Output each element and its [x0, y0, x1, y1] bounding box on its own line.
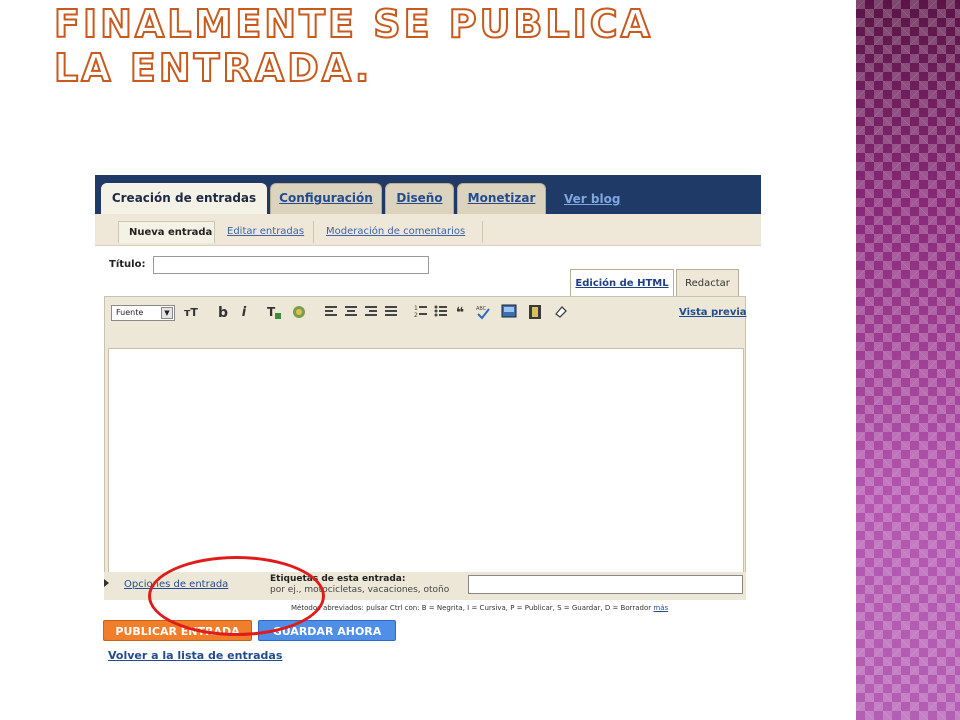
align-right-icon[interactable]	[363, 304, 379, 322]
shortcuts-hint: Métodos abreviados: pulsar Ctrl con: B =…	[291, 604, 668, 612]
font-select-value: Fuente	[116, 308, 144, 317]
back-to-posts-link[interactable]: Volver a la lista de entradas	[108, 649, 282, 662]
svg-text:2: 2	[414, 312, 418, 318]
italic-button[interactable]: i	[238, 304, 250, 322]
chevron-down-icon: ▼	[161, 307, 173, 319]
align-left-icon[interactable]	[323, 304, 339, 322]
font-select[interactable]: Fuente ▼	[111, 305, 175, 321]
svg-text:T: T	[267, 305, 276, 319]
view-blog-link[interactable]: Ver blog	[564, 192, 620, 206]
align-center-icon[interactable]	[343, 304, 359, 322]
subtab-moderacion-comentarios[interactable]: Moderación de comentarios	[316, 221, 483, 243]
decorative-side-band	[856, 0, 960, 720]
eraser-icon[interactable]	[553, 304, 569, 322]
tab-edit-html[interactable]: Edición de HTML	[570, 269, 674, 296]
highlight-ellipse	[148, 556, 325, 636]
spellcheck-icon[interactable]: ABC	[475, 304, 491, 322]
sub-tab-area: Nueva entrada Editar entradas Moderación…	[95, 214, 761, 246]
labels-input[interactable]	[468, 575, 743, 594]
image-icon[interactable]	[501, 304, 517, 322]
tab-compose[interactable]: Redactar	[676, 269, 739, 296]
sub-tab-bar: Nueva entrada Editar entradas Moderación…	[95, 214, 761, 246]
font-size-icon[interactable]: ᴛT	[180, 304, 202, 322]
justify-icon[interactable]	[383, 304, 399, 322]
text-color-icon[interactable]: T	[265, 304, 283, 322]
tab-creacion-de-entradas[interactable]: Creación de entradas	[101, 183, 267, 215]
subtab-nueva-entrada[interactable]: Nueva entrada	[118, 221, 215, 243]
svg-text:1: 1	[414, 305, 418, 312]
preview-link[interactable]: Vista previa	[679, 307, 747, 318]
subtab-editar-entradas[interactable]: Editar entradas	[217, 221, 314, 243]
main-tab-bar: Creación de entradas Configuración Diseñ…	[95, 175, 761, 215]
bold-button[interactable]: b	[216, 304, 230, 322]
bulleted-list-icon[interactable]	[433, 304, 449, 322]
link-icon[interactable]	[290, 304, 308, 322]
tab-diseno[interactable]: Diseño	[385, 183, 454, 214]
editor-toolbar: Fuente ▼ ᴛT b i T 1 2 ❝ ABC Vista previa	[105, 297, 747, 327]
expand-arrow-icon[interactable]	[104, 579, 109, 587]
title-label: Título:	[109, 259, 146, 270]
shortcuts-text: Métodos abreviados: pulsar Ctrl con: B =…	[291, 604, 652, 612]
video-icon[interactable]	[527, 304, 543, 322]
svg-text:ABC: ABC	[476, 306, 487, 312]
numbered-list-icon[interactable]: 12	[413, 304, 429, 322]
tab-monetizar[interactable]: Monetizar	[457, 183, 546, 214]
shortcuts-more-link[interactable]: más	[653, 604, 668, 612]
tab-configuracion[interactable]: Configuración	[270, 183, 382, 214]
quote-icon[interactable]: ❝	[453, 304, 467, 322]
slide-title: Finalmente se publica la entrada.	[53, 1, 654, 91]
post-editor: Fuente ▼ ᴛT b i T 1 2 ❝ ABC Vista previa	[104, 296, 747, 598]
post-title-input[interactable]	[153, 256, 429, 274]
